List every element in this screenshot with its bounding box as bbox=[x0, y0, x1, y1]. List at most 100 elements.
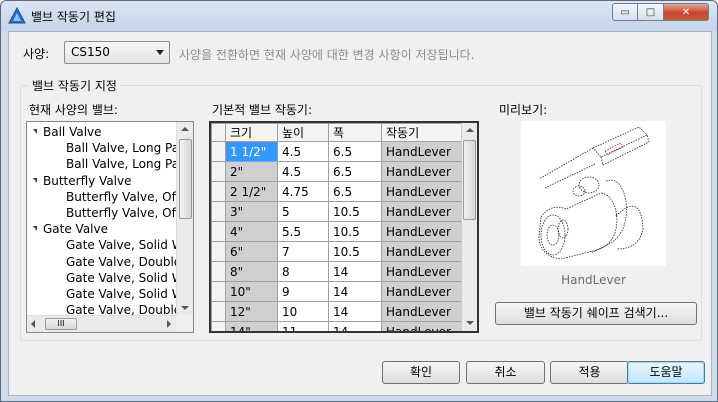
table-row[interactable]: 3" 5 10.5 HandLever bbox=[211, 201, 463, 222]
cell-height[interactable]: 9 bbox=[277, 281, 329, 302]
cell-width[interactable]: 6.5 bbox=[328, 141, 382, 162]
expanded-triangle-icon[interactable] bbox=[33, 177, 37, 183]
tree-vertical-scrollbar[interactable] bbox=[176, 122, 193, 316]
cell-height[interactable]: 5.5 bbox=[277, 221, 329, 242]
cell-height[interactable]: 5 bbox=[277, 201, 329, 222]
spec-dropdown[interactable]: CS150 bbox=[64, 41, 170, 64]
tree-node-valve[interactable]: Gate Valve, Solid W bbox=[66, 270, 184, 286]
cell-height[interactable]: 8 bbox=[277, 261, 329, 282]
cell-size[interactable]: 2" bbox=[225, 161, 278, 182]
column-header-width[interactable]: 폭 bbox=[328, 123, 382, 142]
apply-button[interactable]: 적용 bbox=[550, 361, 629, 384]
tree-node-valve[interactable]: Ball Valve, Long Pat bbox=[66, 140, 184, 156]
expanded-triangle-icon[interactable] bbox=[33, 129, 37, 134]
table-row[interactable]: 8" 8 14 HandLever bbox=[211, 261, 463, 282]
cell-width[interactable]: 14 bbox=[328, 321, 382, 331]
scroll-left-icon[interactable] bbox=[31, 320, 35, 328]
cell-size[interactable]: 8" bbox=[225, 261, 278, 282]
table-row[interactable]: 14" 11 14 HandLever bbox=[211, 321, 463, 331]
cell-size[interactable]: 4" bbox=[225, 221, 278, 242]
tree-node-valve[interactable]: Butterfly Valve, Offs bbox=[66, 205, 186, 221]
help-button[interactable]: 도움말 bbox=[627, 361, 705, 384]
cell-height[interactable]: 4.5 bbox=[277, 141, 329, 162]
expanded-triangle-icon[interactable] bbox=[33, 226, 37, 232]
cell-width[interactable]: 10.5 bbox=[328, 201, 382, 222]
row-header[interactable] bbox=[211, 301, 226, 322]
cell-operator[interactable]: HandLever bbox=[381, 301, 463, 322]
cell-size[interactable]: 6" bbox=[225, 241, 278, 262]
cell-operator[interactable]: HandLever bbox=[381, 141, 463, 162]
table-row[interactable]: 6" 7 10.5 HandLever bbox=[211, 241, 463, 262]
maximize-button[interactable]: □ bbox=[638, 3, 664, 21]
table-row[interactable]: 1 1/2" 4.5 6.5 HandLever bbox=[211, 141, 463, 162]
cell-width[interactable]: 14 bbox=[328, 261, 382, 282]
tree-hscroll-thumb[interactable]: III bbox=[45, 318, 77, 330]
ok-button[interactable]: 확인 bbox=[382, 361, 460, 384]
row-header[interactable] bbox=[211, 241, 226, 262]
row-header[interactable] bbox=[211, 181, 226, 202]
tree-horizontal-scrollbar[interactable]: III bbox=[27, 315, 178, 332]
scroll-up-icon[interactable] bbox=[466, 128, 474, 132]
scroll-up-icon[interactable] bbox=[181, 127, 189, 131]
tree-node-valve[interactable]: Gate Valve, Solid W bbox=[66, 237, 184, 253]
tree-node-valve[interactable]: Gate Valve, Solid W bbox=[66, 286, 184, 302]
table-row[interactable]: 4" 5.5 10.5 HandLever bbox=[211, 221, 463, 242]
table-row[interactable]: 2" 4.5 6.5 HandLever bbox=[211, 161, 463, 182]
tree-node-category[interactable]: Ball Valve bbox=[33, 124, 102, 140]
cell-height[interactable]: 7 bbox=[277, 241, 329, 262]
cell-width[interactable]: 6.5 bbox=[328, 161, 382, 182]
tree-node-category[interactable]: Butterfly Valve bbox=[33, 173, 132, 189]
scroll-down-icon[interactable] bbox=[466, 321, 474, 325]
cell-size[interactable]: 14" bbox=[225, 321, 278, 331]
valve-tree[interactable]: Gate Valve, Double Gate Valve, Solid W Gat… bbox=[26, 121, 194, 333]
cell-size[interactable]: 2 1/2" bbox=[225, 181, 278, 202]
cell-operator[interactable]: HandLever bbox=[381, 221, 463, 242]
cell-width[interactable]: 14 bbox=[328, 281, 382, 302]
cell-size[interactable]: 3" bbox=[225, 201, 278, 222]
cell-width[interactable]: 10.5 bbox=[328, 241, 382, 262]
row-header[interactable] bbox=[211, 141, 226, 162]
tree-node-category[interactable]: Gate Valve bbox=[33, 221, 108, 237]
scroll-down-icon[interactable] bbox=[181, 306, 189, 310]
cell-size[interactable]: 10" bbox=[225, 281, 278, 302]
cell-operator[interactable]: HandLever bbox=[381, 201, 463, 222]
row-header[interactable] bbox=[211, 321, 226, 331]
close-button[interactable]: ✕ bbox=[664, 3, 709, 21]
grid-vertical-scrollbar[interactable] bbox=[461, 123, 477, 331]
tree-node-valve[interactable]: Ball Valve, Long Pat bbox=[66, 156, 184, 172]
operator-shape-browser-button[interactable]: 밸브 작동기 쉐이프 검색기... bbox=[495, 302, 697, 325]
cell-width[interactable]: 6.5 bbox=[328, 181, 382, 202]
column-header-operator[interactable]: 작동기 bbox=[381, 123, 463, 142]
table-row[interactable]: 2 1/2" 4.75 6.5 HandLever bbox=[211, 181, 463, 202]
cell-operator[interactable]: HandLever bbox=[381, 281, 463, 302]
row-header[interactable] bbox=[211, 161, 226, 182]
cell-size[interactable]: 1 1/2" bbox=[225, 141, 278, 162]
table-row[interactable]: 12" 10 14 HandLever bbox=[211, 301, 463, 322]
cancel-button[interactable]: 취소 bbox=[466, 361, 545, 384]
grid-scroll-thumb[interactable] bbox=[463, 140, 476, 220]
cell-height[interactable]: 11 bbox=[277, 321, 329, 331]
operator-grid[interactable]: 크기 높이 폭 작동기 1 1/2" 4.5 6.5 HandLever 2" 4.5 6.… bbox=[209, 121, 479, 333]
row-header[interactable] bbox=[211, 201, 226, 222]
title-bar[interactable]: 밸브 작동기 편집 ▭ □ ✕ bbox=[1, 1, 717, 31]
tree-node-valve[interactable]: Butterfly Valve, Offs bbox=[66, 189, 186, 205]
cell-operator[interactable]: HandLever bbox=[381, 161, 463, 182]
table-row[interactable]: 10" 9 14 HandLever bbox=[211, 281, 463, 302]
cell-operator[interactable]: HandLever bbox=[381, 181, 463, 202]
tree-node-valve[interactable]: Gate Valve, Double bbox=[66, 254, 181, 270]
scroll-right-icon[interactable] bbox=[167, 320, 171, 328]
cell-size[interactable]: 12" bbox=[225, 301, 278, 322]
cell-height[interactable]: 4.5 bbox=[277, 161, 329, 182]
row-header[interactable] bbox=[211, 261, 226, 282]
cell-operator[interactable]: HandLever bbox=[381, 321, 463, 331]
column-header-height[interactable]: 높이 bbox=[277, 123, 329, 142]
cell-width[interactable]: 10.5 bbox=[328, 221, 382, 242]
row-header[interactable] bbox=[211, 221, 226, 242]
cell-operator[interactable]: HandLever bbox=[381, 241, 463, 262]
column-header-size[interactable]: 크기 bbox=[225, 123, 278, 142]
cell-width[interactable]: 14 bbox=[328, 301, 382, 322]
cell-operator[interactable]: HandLever bbox=[381, 261, 463, 282]
cell-height[interactable]: 10 bbox=[277, 301, 329, 322]
row-header[interactable] bbox=[211, 281, 226, 302]
minimize-button[interactable]: ▭ bbox=[612, 3, 638, 21]
